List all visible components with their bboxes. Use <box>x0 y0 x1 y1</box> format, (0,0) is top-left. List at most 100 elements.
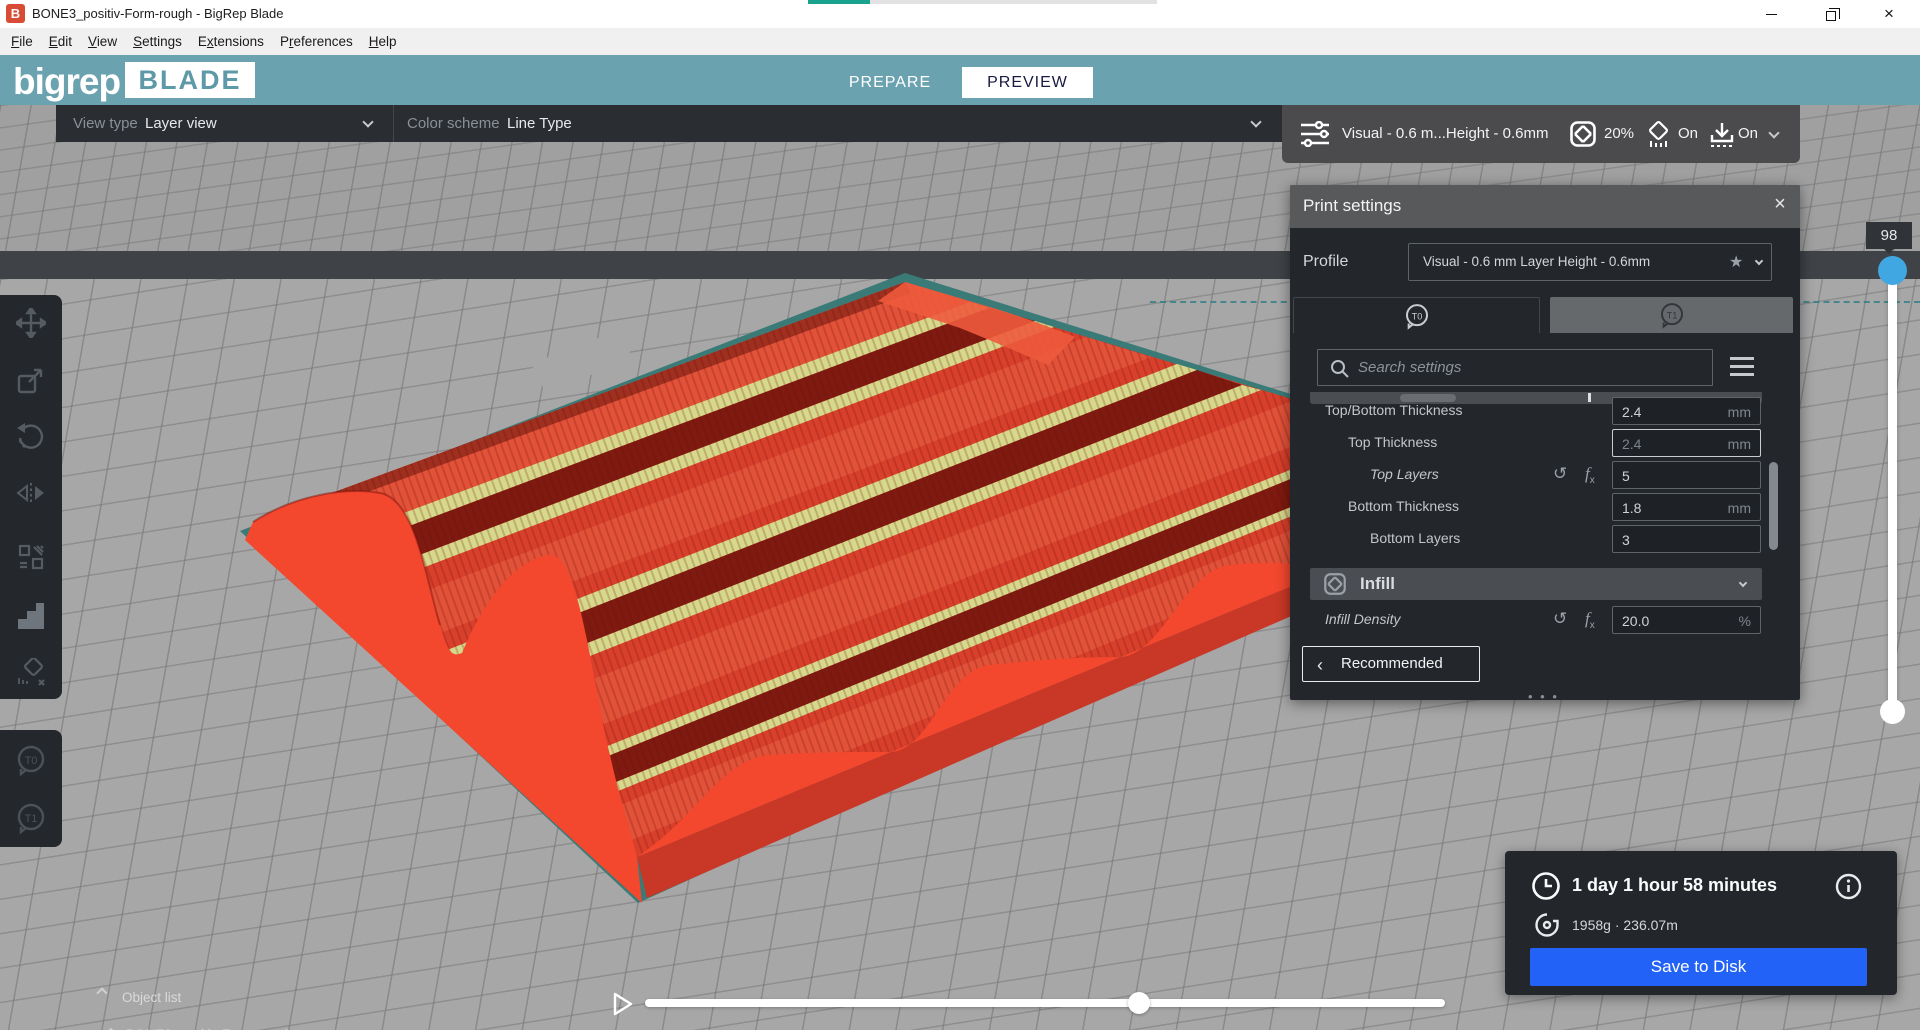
extruder-t1-button[interactable]: T1 <box>8 798 54 838</box>
back-chevron-icon: ‹ <box>1317 655 1323 676</box>
profile-chevron-icon[interactable] <box>1755 257 1763 265</box>
bottom-layers-input[interactable]: 3 <box>1612 525 1761 553</box>
layer-number-tooltip: 98 <box>1866 222 1912 249</box>
restore-button[interactable] <box>1808 0 1854 28</box>
view-options-bar: View type Layer view Color scheme Line T… <box>56 105 1282 142</box>
per-model-settings-button[interactable] <box>8 537 54 577</box>
toolbar-divider <box>393 105 394 142</box>
menu-view[interactable]: View <box>80 28 125 55</box>
app-icon: B <box>6 4 25 23</box>
minimize-button[interactable] <box>1748 0 1794 28</box>
color-scheme-label: Color scheme <box>407 115 500 132</box>
view-type-value[interactable]: Layer view <box>145 115 217 132</box>
setting-row-top-thickness: Top Thickness 2.4 mm <box>1290 427 1782 459</box>
mirror-tool-button[interactable] <box>8 473 54 513</box>
profile-value: Visual - 0.6 mm Layer Height - 0.6mm <box>1423 254 1650 269</box>
extruder-t1-label: T1 <box>25 813 38 825</box>
path-slider-track[interactable] <box>645 999 1445 1007</box>
infill-density-input[interactable]: 20.0 % <box>1612 606 1761 634</box>
setting-row-infill-density: Infill Density ↺ fx 20.0 % <box>1290 604 1782 636</box>
support-blocker-button[interactable] <box>8 653 54 693</box>
tab-t1-label: T1 <box>1666 310 1677 320</box>
formula-icon[interactable]: fx <box>1585 609 1595 631</box>
infill-chevron-icon[interactable] <box>1739 579 1747 587</box>
close-window-button[interactable]: × <box>1866 0 1912 28</box>
rotate-tool-button[interactable] <box>8 417 54 457</box>
infill-icon <box>1570 121 1596 147</box>
layer-slider-lower-handle[interactable] <box>1880 699 1905 724</box>
progress-strip-gray <box>870 0 1157 4</box>
layer-slider-track[interactable] <box>1888 263 1897 715</box>
custom-supports-button[interactable] <box>8 597 54 637</box>
setting-row-top-bottom-thickness: Top/Bottom Thickness 2.4 mm <box>1290 395 1782 427</box>
print-settings-summary[interactable]: Visual - 0.6 m...Height - 0.6mm 20% On O… <box>1282 105 1800 163</box>
settings-search[interactable] <box>1317 349 1713 386</box>
panel-resize-handle[interactable]: • • • <box>1528 689 1559 704</box>
print-settings-header[interactable]: Print settings × <box>1290 185 1800 228</box>
reset-value-icon[interactable]: ↺ <box>1553 464 1567 484</box>
print-time-estimate: 1 day 1 hour 58 minutes <box>1572 875 1777 896</box>
menu-preferences[interactable]: Preferences <box>272 28 361 55</box>
infill-category-header[interactable]: Infill <box>1310 568 1762 600</box>
menu-edit[interactable]: Edit <box>41 28 80 55</box>
menu-file[interactable]: File <box>3 28 41 55</box>
path-slider-handle[interactable] <box>1128 992 1150 1014</box>
infill-percentage: 20% <box>1604 125 1634 142</box>
search-icon <box>1330 359 1349 378</box>
color-scheme-value[interactable]: Line Type <box>507 115 572 132</box>
support-state: On <box>1678 125 1698 142</box>
move-icon <box>16 308 46 338</box>
extruder-tab-t1[interactable]: T1 <box>1550 297 1793 333</box>
clock-icon <box>1531 871 1561 901</box>
adhesion-icon <box>1708 121 1736 149</box>
support-blocker-icon <box>15 658 47 688</box>
extruder-t0-button[interactable]: T0 <box>8 740 54 780</box>
info-icon[interactable] <box>1835 873 1862 900</box>
summary-chevron-icon[interactable] <box>1768 127 1779 138</box>
tab-prepare[interactable]: PREPARE <box>840 67 940 98</box>
menu-settings[interactable]: Settings <box>125 28 190 55</box>
extruder-t0-label: T0 <box>25 755 38 767</box>
support-icon <box>1644 121 1672 149</box>
bottom-thickness-input[interactable]: 1.8 mm <box>1612 493 1761 521</box>
top-thickness-input[interactable]: 2.4 mm <box>1612 429 1761 457</box>
formula-icon[interactable]: fx <box>1585 464 1595 486</box>
setting-row-bottom-layers: Bottom Layers 3 <box>1290 523 1782 555</box>
view-type-chevron-icon[interactable] <box>362 116 373 127</box>
top-layers-input[interactable]: 5 <box>1612 461 1761 489</box>
scale-icon <box>17 366 45 394</box>
extruder-tab-t0[interactable]: T0 <box>1293 297 1540 333</box>
settings-menu-icon[interactable] <box>1730 357 1754 377</box>
object-list-label[interactable]: Object list <box>122 990 181 1005</box>
top-bottom-thickness-input[interactable]: 2.4 mm <box>1612 397 1761 425</box>
move-tool-button[interactable] <box>8 303 54 343</box>
profile-dropdown[interactable]: Visual - 0.6 mm Layer Height - 0.6mm ★ <box>1408 243 1772 281</box>
close-panel-icon[interactable]: × <box>1768 193 1792 216</box>
star-icon[interactable]: ★ <box>1729 252 1743 272</box>
search-input[interactable] <box>1358 351 1698 384</box>
reset-value-icon[interactable]: ↺ <box>1553 609 1567 629</box>
window-title: BONE3_positiv-Form-rough - BigRep Blade <box>32 6 283 21</box>
infill-category-label: Infill <box>1360 574 1395 594</box>
print-settings-panel: Print settings × Profile Visual - 0.6 mm… <box>1290 185 1800 700</box>
tab-t0-label: T0 <box>1411 311 1422 321</box>
recommended-mode-button[interactable]: ‹ Recommended <box>1302 646 1480 682</box>
per-model-settings-icon <box>17 543 45 571</box>
color-scheme-chevron-icon[interactable] <box>1250 116 1261 127</box>
adhesion-state: On <box>1738 125 1758 142</box>
blade-logo-badge: BLADE <box>125 62 255 98</box>
rotate-icon <box>16 422 46 452</box>
menu-extensions[interactable]: Extensions <box>190 28 272 55</box>
layer-slider-upper-handle[interactable] <box>1878 256 1907 285</box>
scale-tool-button[interactable] <box>8 360 54 400</box>
tune-sliders-icon <box>1300 121 1330 147</box>
save-to-disk-button[interactable]: Save to Disk <box>1530 948 1867 986</box>
progress-strip-teal <box>808 0 870 4</box>
settings-scrollbar[interactable] <box>1769 462 1778 550</box>
menu-help[interactable]: Help <box>361 28 405 55</box>
play-icon[interactable] <box>612 992 634 1016</box>
tab-preview[interactable]: PREVIEW <box>962 67 1093 98</box>
material-estimate: 1958g · 236.07m <box>1572 917 1678 933</box>
menu-bar: File Edit View Settings Extensions Prefe… <box>0 28 1920 55</box>
title-bar: B BONE3_positiv-Form-rough - BigRep Blad… <box>0 0 1920 28</box>
